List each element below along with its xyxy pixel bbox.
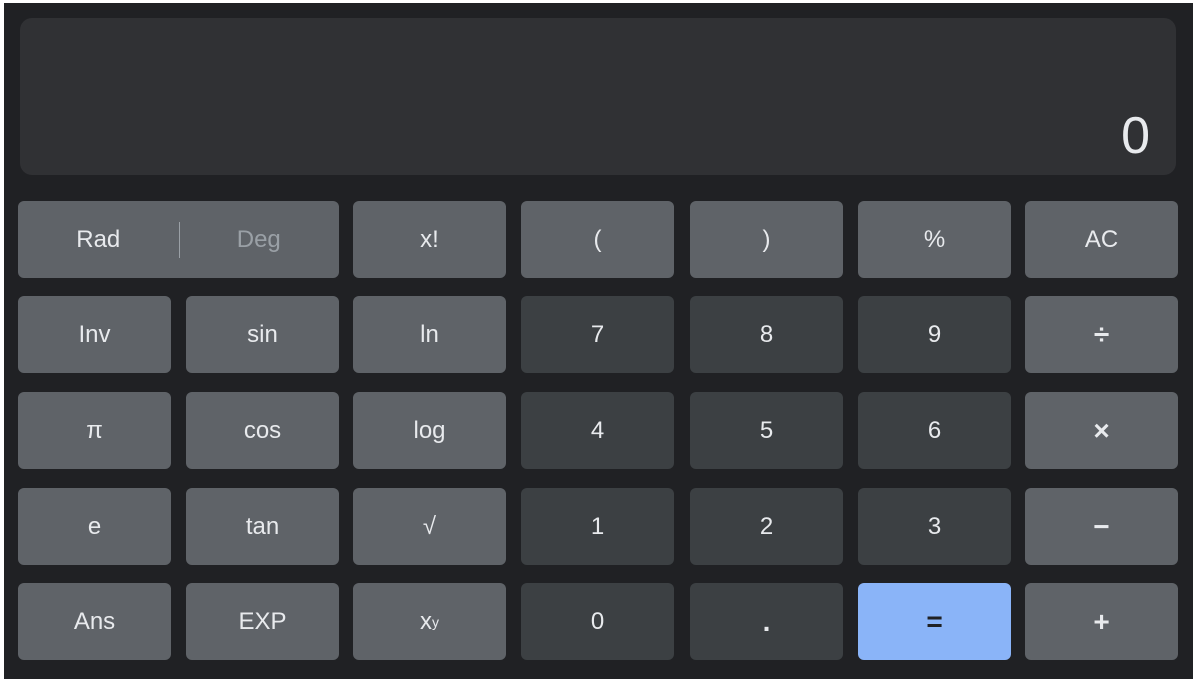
equals-button[interactable]: = [858,583,1011,660]
power-exponent-label: y [432,613,439,630]
calculator: 0 Rad Deg x! ( ) % AC Inv sin ln 7 8 9 ÷… [4,3,1193,679]
rad-deg-toggle[interactable]: Rad Deg [18,201,339,278]
plus-button[interactable]: + [1025,583,1178,660]
e-button[interactable]: e [18,488,171,565]
power-button[interactable]: xy [353,583,506,660]
power-base-label: x [420,607,432,635]
decimal-button[interactable]: . [690,583,843,660]
close-paren-button[interactable]: ) [690,201,843,278]
digit-7-button[interactable]: 7 [521,296,674,373]
digit-5-button[interactable]: 5 [690,392,843,469]
deg-button[interactable]: Deg [179,226,340,254]
rad-deg-group: Rad Deg [18,221,340,258]
digit-8-button[interactable]: 8 [690,296,843,373]
percent-button[interactable]: % [858,201,1011,278]
sin-button[interactable]: sin [186,296,339,373]
open-paren-button[interactable]: ( [521,201,674,278]
factorial-button[interactable]: x! [353,201,506,278]
minus-button[interactable]: − [1025,488,1178,565]
calculator-display: 0 [20,18,1176,175]
inv-button[interactable]: Inv [18,296,171,373]
rad-deg-divider [178,221,180,258]
digit-1-button[interactable]: 1 [521,488,674,565]
clear-button[interactable]: AC [1025,201,1178,278]
ln-button[interactable]: ln [353,296,506,373]
tan-button[interactable]: tan [186,488,339,565]
digit-6-button[interactable]: 6 [858,392,1011,469]
display-value: 0 [1121,107,1150,165]
multiply-button[interactable]: × [1025,392,1178,469]
log-button[interactable]: log [353,392,506,469]
digit-9-button[interactable]: 9 [858,296,1011,373]
digit-0-button[interactable]: 0 [521,583,674,660]
digit-4-button[interactable]: 4 [521,392,674,469]
sqrt-button[interactable]: √ [353,488,506,565]
divide-button[interactable]: ÷ [1025,296,1178,373]
digit-3-button[interactable]: 3 [858,488,1011,565]
exp-button[interactable]: EXP [186,583,339,660]
pi-button[interactable]: π [18,392,171,469]
rad-button[interactable]: Rad [18,226,179,254]
cos-button[interactable]: cos [186,392,339,469]
digit-2-button[interactable]: 2 [690,488,843,565]
ans-button[interactable]: Ans [18,583,171,660]
